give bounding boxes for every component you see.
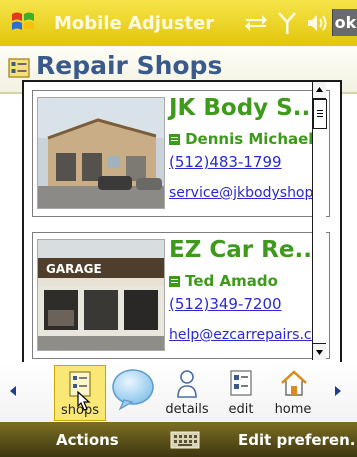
shop-photo xyxy=(37,97,165,209)
arrow-left-icon[interactable] xyxy=(8,384,18,398)
shop-card[interactable]: GARAGE EZ Car Re... Ted Amado (512)349-7… xyxy=(32,232,330,359)
toolbar-details-label: details xyxy=(165,402,209,417)
cursor-icon xyxy=(77,390,91,411)
title-bar: Mobile Adjuster ok xyxy=(0,0,357,46)
signal-icon[interactable] xyxy=(277,10,297,36)
keyboard-icon[interactable] xyxy=(170,431,200,449)
contact-card-icon xyxy=(169,134,180,145)
bottom-toolbar: shops details edit home xyxy=(0,362,357,422)
shop-photo: GARAGE xyxy=(37,239,165,351)
shop-phone-link[interactable]: (512)349-7200 xyxy=(169,295,282,313)
shop-name[interactable]: JK Body S... xyxy=(169,95,319,121)
shop-list[interactable]: JK Body S... Dennis Michaels (512)483-17… xyxy=(22,80,342,366)
toolbar-shops[interactable]: shops xyxy=(54,365,106,421)
app-title: Mobile Adjuster xyxy=(54,13,215,34)
arrow-down-icon xyxy=(316,350,323,355)
arrow-right-icon[interactable] xyxy=(333,384,343,398)
edit-icon xyxy=(230,370,252,396)
scroll-up-button[interactable] xyxy=(313,82,326,99)
shop-name[interactable]: EZ Car Re... xyxy=(169,237,321,263)
softkey-bar: Actions Edit preferen... xyxy=(0,422,357,457)
list-scrollbar[interactable] xyxy=(312,82,327,360)
scroll-down-button[interactable] xyxy=(313,343,326,360)
shop-contact-row: Dennis Michaels xyxy=(169,129,322,148)
person-icon xyxy=(177,370,197,398)
ok-button[interactable]: ok xyxy=(332,9,357,36)
garage-sign: GARAGE xyxy=(46,262,102,276)
page-title: Repair Shops xyxy=(36,51,223,80)
network-icon[interactable] xyxy=(244,12,268,34)
actions-softkey[interactable]: Actions xyxy=(56,431,119,449)
toolbar-edit[interactable]: edit xyxy=(216,365,266,419)
windows-start-icon[interactable] xyxy=(10,9,36,35)
toolbar-home[interactable]: home xyxy=(268,365,318,419)
list-icon xyxy=(8,58,30,78)
volume-icon[interactable] xyxy=(306,12,328,34)
toolbar-details[interactable]: details xyxy=(162,365,212,419)
grip-icon xyxy=(317,110,323,117)
shop-contact-row: Ted Amado xyxy=(169,271,278,290)
shop-phone-link[interactable]: (512)483-1799 xyxy=(169,153,282,171)
chat-bubble-icon xyxy=(112,369,154,411)
toolbar-chat[interactable] xyxy=(108,365,158,419)
toolbar-edit-label: edit xyxy=(228,402,254,417)
shop-email-link[interactable]: help@ezcarrepairs.co xyxy=(169,327,320,343)
arrow-up-icon xyxy=(316,87,323,92)
home-icon xyxy=(281,370,307,396)
scroll-thumb[interactable] xyxy=(313,99,327,129)
shop-contact: Dennis Michaels xyxy=(185,130,323,148)
contact-card-icon xyxy=(169,276,180,287)
shop-contact: Ted Amado xyxy=(185,272,278,290)
shop-card[interactable]: JK Body S... Dennis Michaels (512)483-17… xyxy=(32,90,330,217)
shop-email-link[interactable]: service@jkbodyshop. xyxy=(169,185,318,201)
toolbar-home-label: home xyxy=(274,402,312,417)
edit-preferences-softkey[interactable]: Edit preferen... xyxy=(238,431,357,449)
